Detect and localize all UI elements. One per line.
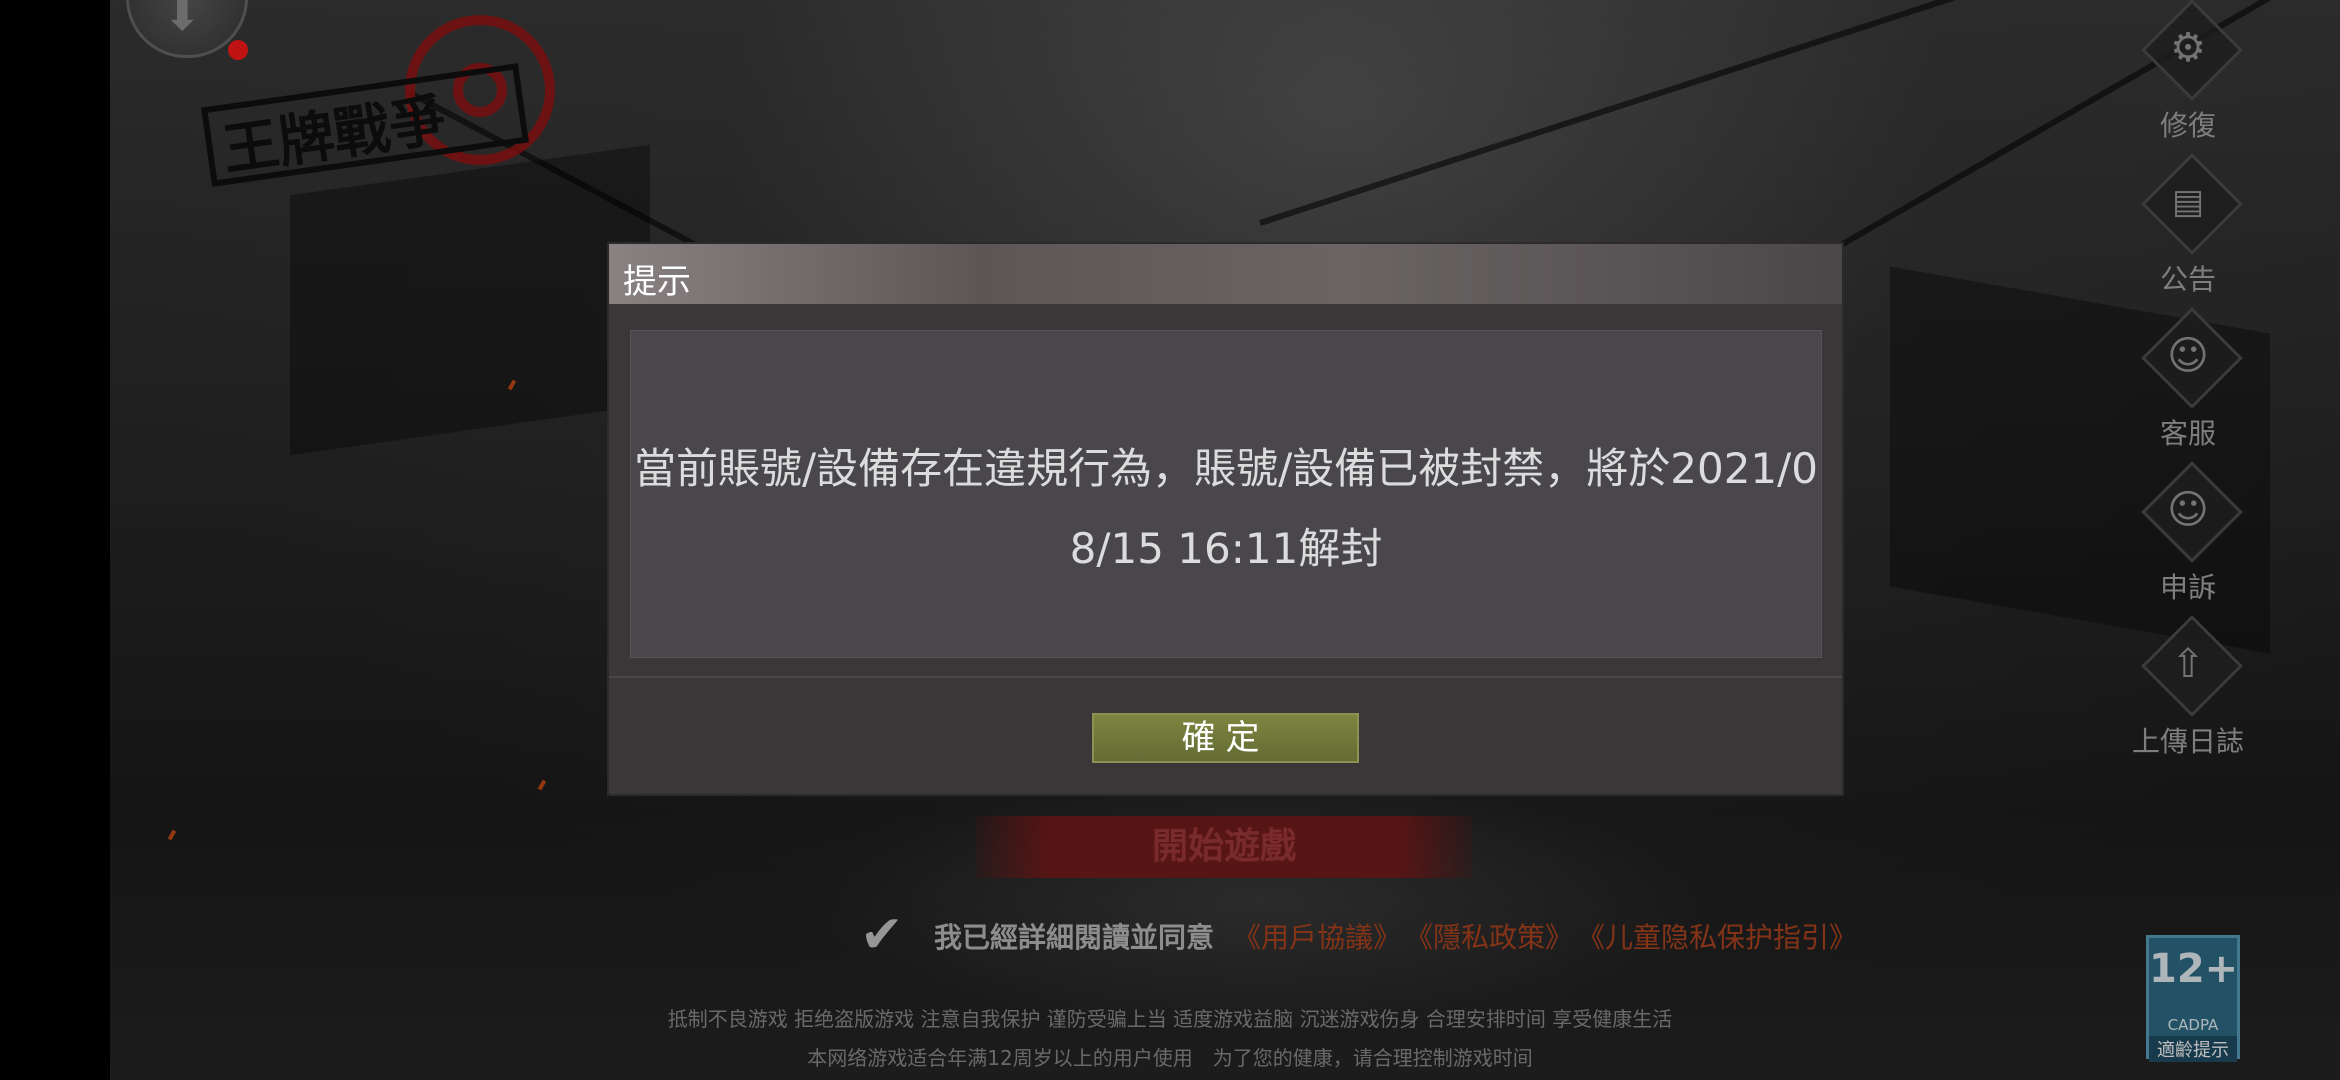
message-panel: 當前賬號/設備存在違規行為，賬號/設備已被封禁，將於2021/08/15 16:… xyxy=(630,330,1822,658)
confirm-button[interactable]: 確定 xyxy=(1092,713,1359,763)
dialog-header: 提示 xyxy=(609,244,1842,304)
dialog-title: 提示 xyxy=(623,262,691,302)
ban-notice-dialog: 提示 當前賬號/設備存在違規行為，賬號/設備已被封禁，將於2021/08/15 … xyxy=(609,244,1842,794)
ban-message: 當前賬號/設備存在違規行為，賬號/設備已被封禁，將於2021/08/15 16:… xyxy=(633,444,1819,573)
divider xyxy=(609,676,1842,678)
